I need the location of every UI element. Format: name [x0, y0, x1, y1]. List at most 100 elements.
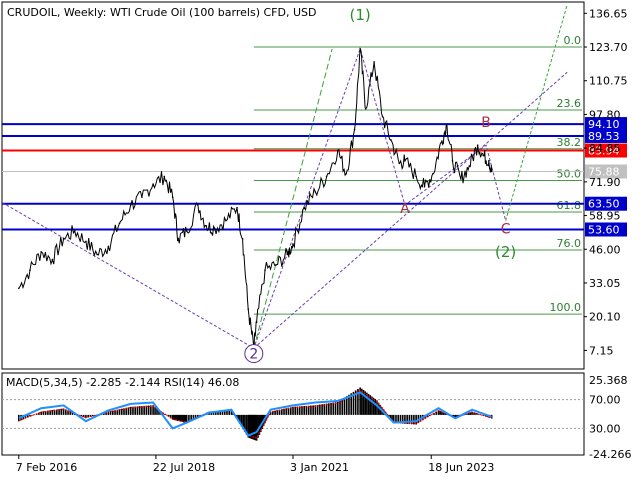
fib-label-6: 100.0: [550, 301, 582, 314]
price-point-0: [17, 287, 20, 290]
price-tick-label-9: 20.10: [589, 311, 621, 324]
price-point-36: [359, 48, 361, 50]
price-tick-label-2: 110.75: [589, 75, 628, 88]
fib-label-4: 61.8: [557, 199, 582, 212]
price-point-50: [468, 165, 471, 167]
price-tick-label-3: 97.80: [589, 108, 621, 121]
price-tick-label-10: 7.15: [589, 344, 614, 357]
fib-label-5: 76.0: [557, 237, 582, 250]
price-point-35: [353, 128, 356, 131]
macd-bar-158: [332, 402, 335, 415]
price-point-34: [345, 172, 347, 175]
time-tick-label-3: 18 Jun 2023: [428, 461, 494, 474]
price-point-8: [107, 245, 110, 248]
price-point-6: [85, 240, 87, 243]
price-point-12: [152, 183, 154, 185]
macd-bar-160: [336, 401, 339, 415]
price-point-7: [96, 253, 98, 256]
price-point-26: [264, 269, 266, 271]
price-point-23: [247, 308, 250, 310]
price-point-2: [40, 251, 42, 253]
indicator-tick-label-1: 70.00: [589, 394, 621, 407]
price-point-27: [275, 264, 278, 266]
price-tick-label-0: 136.65: [589, 7, 628, 20]
price-point-47: [446, 123, 448, 126]
macd-bar-175: [367, 393, 370, 415]
price-tick-label-1: 123.70: [589, 41, 628, 54]
price-point-1: [29, 269, 31, 271]
timeframe-label: Weekly:: [64, 6, 107, 19]
price-point-22: [241, 238, 244, 240]
price-tick-label-4: 84.85: [589, 142, 621, 155]
price-point-30: [303, 206, 305, 209]
price-point-44: [423, 186, 426, 188]
price-tick-label-5: 71.90: [589, 176, 621, 189]
symbol-label: CRUDOIL: [7, 6, 58, 19]
price-point-4: [62, 238, 65, 240]
price-point-13: [163, 175, 166, 178]
instrument-description: WTI Crude Oil (100 barrels) CFD, USD: [110, 6, 316, 19]
price-point-9: [118, 222, 121, 225]
fib-label-0: 0.0: [564, 34, 582, 47]
wave-label-0: (1): [350, 6, 371, 24]
wave-label-3: B: [481, 115, 491, 131]
time-tick-label-2: 3 Jan 2021: [290, 461, 349, 474]
price-point-33: [336, 149, 339, 152]
macd-bar-156: [328, 403, 330, 415]
wave-label-5: (2): [495, 243, 516, 261]
price-point-10: [129, 204, 132, 206]
wave-label-2: A: [400, 201, 410, 217]
macd-bar-199: [413, 414, 415, 425]
price-point-29: [292, 243, 294, 245]
price-tick-label-6: 58.95: [589, 210, 621, 223]
price-point-38: [373, 61, 375, 63]
price-point-39: [381, 115, 384, 118]
price-point-16: [185, 230, 188, 232]
price-point-53: [488, 159, 490, 162]
price-point-25: [255, 321, 258, 323]
price-tick-label-7: 46.00: [589, 243, 621, 256]
fib-label-1: 23.6: [557, 97, 582, 110]
wave-label-1: 2: [249, 347, 258, 363]
macd-bar-159: [334, 402, 337, 415]
price-point-41: [398, 162, 401, 165]
price-point-32: [325, 175, 328, 178]
price-point-18: [205, 225, 208, 227]
price-point-49: [460, 178, 462, 180]
level-label-5: 53.60: [588, 223, 620, 236]
indicator-tick-label-0: 25.368: [589, 374, 628, 387]
wave-label-4: C: [501, 222, 511, 238]
price-point-20: [225, 219, 227, 222]
macd-bar-152: [319, 404, 321, 415]
price-point-42: [404, 159, 406, 162]
price-point-5: [73, 230, 76, 232]
price-point-28: [286, 253, 289, 256]
time-tick-label-1: 22 Jul 2018: [153, 461, 215, 474]
price-point-3: [51, 258, 54, 261]
price-point-17: [197, 204, 199, 206]
indicator-tick-label-2: 30.00: [589, 422, 621, 435]
price-point-14: [171, 196, 174, 199]
price-point-51: [476, 144, 479, 146]
price-chart: CRUDOIL, Weekly: WTI Crude Oil (100 barr…: [0, 0, 640, 480]
price-point-48: [451, 159, 454, 162]
chart-header: CRUDOIL, Weekly: WTI Crude Oil (100 barr…: [7, 6, 316, 19]
price-point-37: [364, 107, 367, 110]
macd-bar-164: [345, 396, 348, 415]
fib-label-3: 50.0: [557, 168, 582, 181]
macd-bar-177: [371, 396, 373, 415]
indicator-label: MACD(5,34,5) -2.285 -2.144 RSI(14) 46.08: [6, 376, 239, 389]
macd-bar-121: [257, 414, 259, 438]
price-point-52: [482, 154, 485, 157]
indicator-tick-label-3: -24.266: [589, 448, 631, 461]
fib-label-2: 38.2: [557, 136, 582, 149]
price-point-40: [390, 139, 392, 141]
price-point-11: [141, 196, 143, 199]
macd-bar-120: [255, 414, 258, 441]
price-point-54: [490, 170, 493, 173]
price-point-15: [177, 238, 180, 240]
price-point-21: [236, 206, 238, 209]
price-point-43: [415, 175, 417, 178]
price-tick-label-8: 33.05: [589, 277, 621, 290]
level-label-1: 89.53: [588, 130, 620, 143]
